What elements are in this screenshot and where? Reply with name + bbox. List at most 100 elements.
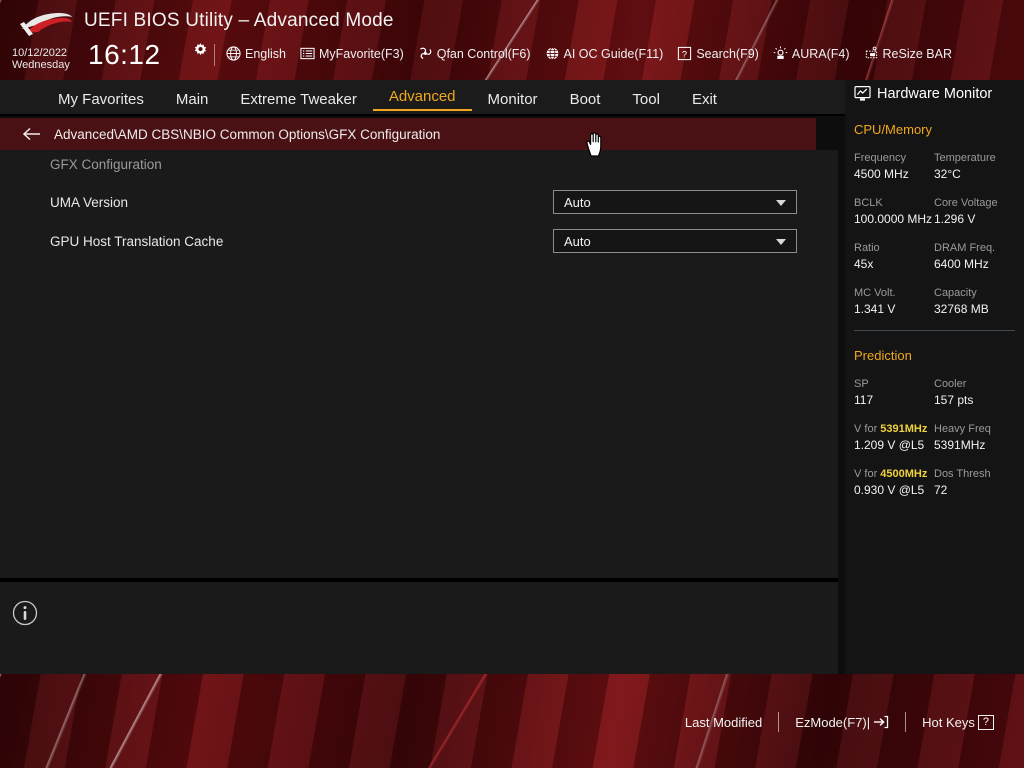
tab-exit[interactable]: Exit (676, 89, 733, 111)
hwm-stat-key: SP (854, 378, 869, 390)
question-box-icon: ? (678, 46, 692, 61)
hwm-stat-value: 72 (934, 483, 948, 497)
hwm-divider (854, 330, 1015, 331)
hwm-stat-key: Heavy Freq (934, 423, 991, 435)
hwm-stat-key: Capacity (934, 287, 977, 299)
toolbar-item-ai-oc-guide[interactable]: AI OC Guide(F11) (545, 46, 664, 61)
toolbar-item-resize-bar[interactable]: ReSize BAR (864, 46, 952, 61)
toolbar-item-qfan-control[interactable]: Qfan Control(F6) (418, 46, 531, 61)
info-circle-icon[interactable] (12, 600, 38, 626)
date-value: 10/12/2022 (12, 47, 68, 59)
clock-display: 16:12 (88, 39, 161, 70)
breadcrumb-bar: Advanced\AMD CBS\NBIO Common Options\GFX… (0, 118, 816, 150)
last-modified-label: Last Modified (684, 714, 763, 730)
toolbar-label: Search(F9) (696, 46, 759, 61)
dropdown-value: Auto (564, 194, 591, 210)
hardware-monitor-panel: Hardware Monitor CPU/Memory Frequency 4500… (845, 80, 1024, 674)
hwm-stat-row: SP 117 Cooler 157 pts (854, 377, 1024, 408)
hwm-stat-key: Frequency (854, 152, 906, 164)
hwm-stat-cell: Capacity 32768 MB (934, 286, 1014, 317)
toolbar-label: MyFavorite(F3) (319, 46, 404, 61)
hwm-section-title: CPU/Memory (854, 122, 933, 137)
back-arrow-icon[interactable] (22, 126, 42, 142)
toolbar-label: AI OC Guide(F11) (563, 46, 664, 61)
hwm-stat-row: Frequency 4500 MHz Temperature 32°C (854, 151, 1024, 182)
hwm-stat-value: 1.209 V @L5 (854, 438, 925, 452)
hwm-stat-value: 100.0000 MHz (854, 212, 933, 226)
hwm-stat-value: 157 pts (934, 393, 974, 407)
hwm-stat-cell: Temperature 32°C (934, 151, 1014, 182)
hwm-stat-value: 117 (854, 393, 874, 407)
chevron-down-icon (776, 200, 786, 206)
globe-icon (226, 46, 241, 61)
hwm-stat-cell: Core Voltage 1.296 V (934, 196, 1014, 227)
date-display: 10/12/2022 Wednesday (12, 47, 70, 71)
hwm-stat-key: MC Volt. (854, 287, 896, 299)
bios-screen: UEFI BIOS Utility – Advanced Mode 10/12/… (0, 0, 1024, 768)
toolbar-label: English (245, 46, 286, 61)
setting-dropdown[interactable]: Auto (553, 229, 797, 253)
list-icon (300, 47, 315, 60)
hwm-stat-key: Temperature (934, 152, 996, 164)
setting-label: GPU Host Translation Cache (50, 234, 224, 249)
setting-row[interactable]: UMA Version Auto (0, 190, 838, 222)
hwm-highlight-value: 5391MHz (880, 423, 928, 435)
toolbar-item-search[interactable]: ? Search(F9) (677, 46, 759, 61)
hwm-stat-value: 32768 MB (934, 302, 989, 316)
hwm-stat-cell: Cooler 157 pts (934, 377, 1014, 408)
help-panel (0, 582, 838, 674)
hwm-stat-key: DRAM Freq. (934, 242, 996, 254)
hwm-stat-row: BCLK 100.0000 MHz Core Voltage 1.296 V (854, 196, 1024, 227)
tab-monitor[interactable]: Monitor (472, 89, 554, 111)
ezmode-button[interactable]: EzMode(F7)| (779, 715, 905, 730)
setting-label: UMA Version (50, 195, 129, 210)
hwm-stat-key: Core Voltage (934, 197, 998, 209)
monitor-chart-icon (854, 86, 871, 101)
toolbar-item-english[interactable]: English (226, 46, 286, 61)
hotkeys-button[interactable]: Hot Keys ? (906, 714, 1010, 730)
hwm-stat-cell: Heavy Freq 5391MHz (934, 422, 1014, 453)
hwm-stat-cell: SP 117 (854, 377, 934, 408)
rog-logo-icon (20, 13, 72, 36)
chevron-down-icon (776, 239, 786, 245)
tab-my-favorites[interactable]: My Favorites (42, 89, 160, 111)
hwm-stat-row: V for 5391MHz 1.209 V @L5 Heavy Freq 5391MH… (854, 422, 1024, 453)
toolbar-label: ReSize BAR (882, 46, 952, 61)
toolbar-item-myfavorite[interactable]: MyFavorite(F3) (300, 46, 404, 61)
toolbar-item-aura[interactable]: AURA(F4) (773, 46, 850, 61)
tab-extreme-tweaker[interactable]: Extreme Tweaker (224, 89, 372, 111)
hwm-stat-cell: MC Volt. 1.341 V (854, 286, 934, 317)
tab-tool[interactable]: Tool (616, 89, 676, 111)
section-title: GFX Configuration (50, 157, 162, 172)
dropdown-value: Auto (564, 233, 591, 249)
hwm-stat-cell: Frequency 4500 MHz (854, 151, 934, 182)
hwm-stat-row: V for 4500MHz 0.930 V @L5 Dos Thresh 72 (854, 467, 1024, 498)
header-toolbar: English MyFavorite(F3) Qfan Control(F6) … (226, 46, 966, 61)
toolbar-label: Qfan Control(F6) (436, 46, 531, 61)
gear-icon[interactable] (193, 43, 208, 58)
hwm-stat-value: 5391MHz (934, 438, 986, 452)
hwm-stat-value: 1.341 V (854, 302, 896, 316)
hardware-monitor-title: Hardware Monitor (854, 85, 992, 102)
hwm-stat-value: 0.930 V @L5 (854, 483, 925, 497)
setting-row[interactable]: GPU Host Translation Cache Auto (0, 229, 838, 261)
hwm-highlight-value: 4500MHz (880, 468, 928, 480)
tab-advanced[interactable]: Advanced (372, 86, 472, 111)
hwm-stat-cell: DRAM Freq. 6400 MHz (934, 241, 1014, 272)
resize-bar-icon (865, 46, 877, 59)
svg-text:?: ? (682, 49, 687, 59)
ezmode-label: EzMode(F7)| (795, 714, 871, 730)
hotkeys-badge: ? (977, 714, 994, 730)
weekday-value: Wednesday (12, 59, 70, 71)
footer-links: Last Modified EzMode(F7)| Hot Keys ? (669, 712, 1010, 732)
hwm-stat-cell: BCLK 100.0000 MHz (854, 196, 934, 227)
hwm-stat-cell: Ratio 45x (854, 241, 934, 272)
hwm-stat-key: Cooler (934, 378, 967, 390)
tab-boot[interactable]: Boot (554, 89, 617, 111)
tab-main[interactable]: Main (160, 89, 225, 111)
hwm-stat-value: 6400 MHz (934, 257, 989, 271)
hwm-stat-row: MC Volt. 1.341 V Capacity 32768 MB (854, 286, 1024, 317)
hwm-stat-value: 4500 MHz (854, 167, 909, 181)
setting-dropdown[interactable]: Auto (553, 190, 797, 214)
last-modified-button[interactable]: Last Modified (669, 715, 778, 730)
